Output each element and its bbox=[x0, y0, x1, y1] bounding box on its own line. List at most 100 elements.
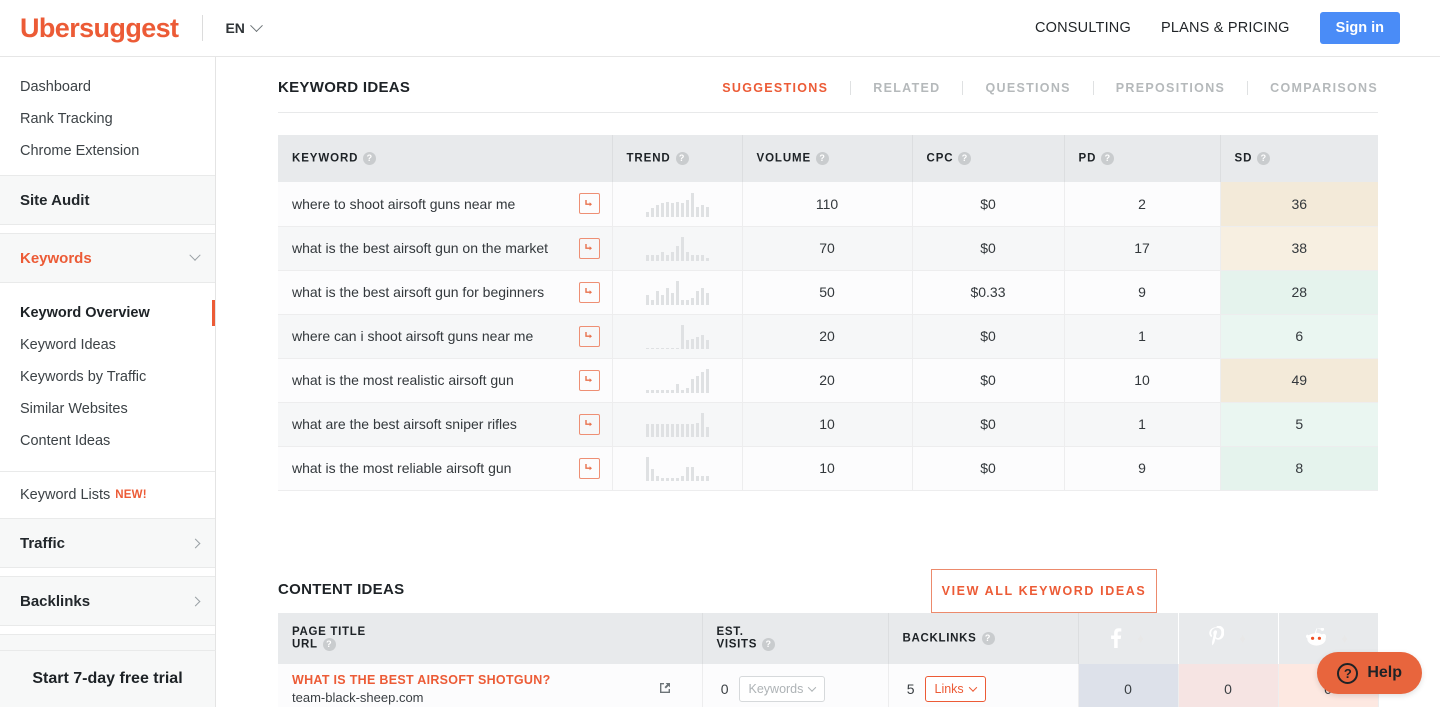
help-icon[interactable]: ? bbox=[816, 152, 830, 165]
nav-consulting[interactable]: CONSULTING bbox=[1035, 20, 1131, 36]
help-button[interactable]: ? Help bbox=[1317, 652, 1422, 694]
column-label: BACKLINKS bbox=[902, 632, 977, 645]
help-icon[interactable]: ? bbox=[762, 638, 776, 651]
help-icon[interactable]: ? bbox=[981, 632, 995, 645]
sidebar-item-dashboard[interactable]: Dashboard bbox=[0, 71, 215, 103]
keywords-dropdown[interactable]: Keywords bbox=[738, 676, 826, 702]
tab-questions[interactable]: QUESTIONS bbox=[963, 80, 1094, 95]
column-label: VOLUME bbox=[756, 152, 812, 165]
help-icon[interactable]: ? bbox=[675, 152, 689, 165]
column-header-trend[interactable]: TREND? bbox=[612, 135, 743, 182]
sidebar-item-label: Content Ideas bbox=[20, 433, 111, 449]
keyword-drilldown-icon[interactable] bbox=[578, 369, 600, 391]
question-mark-icon: ? bbox=[1337, 662, 1359, 684]
pinterest-icon bbox=[1208, 625, 1225, 651]
sidebar-item-content-ideas[interactable]: Content Ideas bbox=[0, 425, 215, 457]
sidebar-item-label: Similar Websites bbox=[20, 401, 128, 417]
cell-keyword: what is the most reliable airsoft gun bbox=[278, 446, 613, 491]
column-header-volume[interactable]: VOLUME? bbox=[742, 135, 913, 182]
language-label: EN bbox=[225, 20, 245, 36]
chevron-right-icon bbox=[190, 596, 201, 606]
keyword-drilldown-icon[interactable] bbox=[578, 281, 600, 303]
keyword-drilldown-icon[interactable] bbox=[578, 457, 600, 479]
help-icon[interactable]: ? bbox=[958, 152, 972, 165]
column-header-pd[interactable]: PD? bbox=[1064, 135, 1221, 182]
column-header-est-visits[interactable]: EST. VISITS? bbox=[702, 613, 889, 664]
keyword-drilldown-icon[interactable] bbox=[578, 237, 600, 259]
help-icon[interactable]: ? bbox=[1101, 152, 1115, 165]
cell-keyword: where to shoot airsoft guns near me bbox=[278, 182, 613, 227]
sidebar-item-keyword-lists[interactable]: Keyword Lists NEW! bbox=[0, 472, 215, 518]
sidebar-top-spacer bbox=[0, 57, 215, 71]
cell-volume: 50 bbox=[742, 270, 913, 315]
sidebar-group-site-audit: Site Audit bbox=[0, 176, 215, 224]
table-row[interactable]: WHAT IS THE BEST AIRSOFT SHOTGUN? team-b… bbox=[278, 664, 1379, 707]
keyword-text: what is the most realistic airsoft gun bbox=[292, 372, 514, 388]
trend-sparkline bbox=[613, 235, 742, 261]
sidebar-item-chrome-extension[interactable]: Chrome Extension bbox=[0, 135, 215, 167]
links-dropdown[interactable]: Links bbox=[924, 676, 986, 702]
nav-plans-pricing[interactable]: PLANS & PRICING bbox=[1161, 20, 1290, 36]
view-all-keyword-ideas-button[interactable]: VIEW ALL KEYWORD IDEAS bbox=[931, 569, 1157, 613]
external-link-icon[interactable] bbox=[658, 681, 672, 698]
cell-volume: 110 bbox=[742, 182, 913, 227]
sidebar-item-label: Keyword Lists bbox=[20, 487, 111, 503]
start-free-trial-button[interactable]: Start 7-day free trial bbox=[0, 650, 216, 707]
sidebar-item-similar-websites[interactable]: Similar Websites bbox=[0, 393, 215, 425]
est-visits-value: 0 bbox=[720, 681, 729, 697]
sidebar-item-backlinks[interactable]: Backlinks bbox=[0, 577, 215, 625]
sign-in-button[interactable]: Sign in bbox=[1319, 12, 1400, 44]
cell-trend bbox=[612, 358, 743, 403]
column-label: KEYWORD bbox=[292, 152, 359, 165]
sort-toggle-facebook[interactable]: ▲ ▼ bbox=[1136, 633, 1146, 645]
tab-related[interactable]: RELATED bbox=[851, 80, 964, 95]
table-row[interactable]: where to shoot airsoft guns near me 110 $0… bbox=[278, 182, 1378, 227]
column-header-facebook[interactable]: ▲ ▼ bbox=[1078, 613, 1179, 664]
table-row[interactable]: what is the best airsoft gun for beginne… bbox=[278, 270, 1378, 315]
column-header-keyword[interactable]: KEYWORD? bbox=[278, 135, 613, 182]
sidebar-item-keywords[interactable]: Keywords bbox=[0, 234, 215, 282]
table-row[interactable]: what are the best airsoft sniper rifles 1… bbox=[278, 402, 1378, 447]
sort-toggle-pinterest[interactable]: ▲ ▼ bbox=[1238, 633, 1248, 645]
cell-pd: 1 bbox=[1064, 402, 1221, 447]
help-icon[interactable]: ? bbox=[363, 152, 377, 165]
keyword-drilldown-icon[interactable] bbox=[578, 193, 600, 215]
chevron-down-icon bbox=[968, 683, 977, 692]
backlinks-value: 5 bbox=[906, 681, 915, 697]
column-header-backlinks[interactable]: BACKLINKS? bbox=[888, 613, 1079, 664]
tab-prepositions[interactable]: PREPOSITIONS bbox=[1094, 80, 1249, 95]
sidebar-item-site-audit[interactable]: Site Audit bbox=[0, 176, 215, 224]
column-header-sd[interactable]: SD? bbox=[1220, 135, 1378, 182]
column-label-visits: VISITS bbox=[716, 638, 758, 651]
sidebar-item-keyword-overview[interactable]: Keyword Overview bbox=[0, 297, 215, 329]
column-header-page-title-url[interactable]: PAGE TITLE URL? bbox=[278, 613, 703, 664]
ubersuggest-logo[interactable]: Ubersuggest bbox=[20, 13, 179, 44]
table-row[interactable]: what is the most realistic airsoft gun 20… bbox=[278, 358, 1378, 403]
content-page-url: team-black-sheep.com bbox=[292, 690, 424, 705]
tab-suggestions[interactable]: SUGGESTIONS bbox=[700, 80, 852, 95]
keyword-drilldown-icon[interactable] bbox=[578, 413, 600, 435]
cell-volume: 20 bbox=[742, 314, 913, 359]
sidebar-item-label: Keywords bbox=[20, 249, 92, 267]
sidebar-item-traffic[interactable]: Traffic bbox=[0, 519, 215, 567]
cell-facebook-shares: 0 bbox=[1078, 664, 1179, 707]
tab-comparisons[interactable]: COMPARISONS bbox=[1248, 81, 1378, 95]
content-page-link[interactable]: WHAT IS THE BEST AIRSOFT SHOTGUN? bbox=[292, 673, 551, 687]
header-divider bbox=[278, 112, 1378, 113]
links-dropdown-label: Links bbox=[934, 682, 964, 696]
language-selector[interactable]: EN bbox=[225, 18, 263, 36]
keyword-drilldown-icon[interactable] bbox=[578, 325, 600, 347]
sidebar-group-traffic: Traffic bbox=[0, 519, 215, 567]
sort-toggle-reddit[interactable]: ▲ ▼ bbox=[1340, 633, 1350, 645]
chevron-down-icon bbox=[808, 683, 817, 692]
column-header-pinterest[interactable]: ▲ ▼ bbox=[1178, 613, 1279, 664]
sidebar-item-rank-tracking[interactable]: Rank Tracking bbox=[0, 103, 215, 135]
sidebar-item-keywords-by-traffic[interactable]: Keywords by Traffic bbox=[0, 361, 215, 393]
sidebar-item-keyword-ideas[interactable]: Keyword Ideas bbox=[0, 329, 215, 361]
table-row[interactable]: where can i shoot airsoft guns near me 20… bbox=[278, 314, 1378, 359]
column-header-cpc[interactable]: CPC? bbox=[912, 135, 1065, 182]
table-row[interactable]: what is the best airsoft gun on the mark… bbox=[278, 226, 1378, 271]
table-row[interactable]: what is the most reliable airsoft gun 10 $… bbox=[278, 446, 1378, 491]
help-icon[interactable]: ? bbox=[1257, 152, 1271, 165]
help-icon[interactable]: ? bbox=[322, 638, 336, 651]
